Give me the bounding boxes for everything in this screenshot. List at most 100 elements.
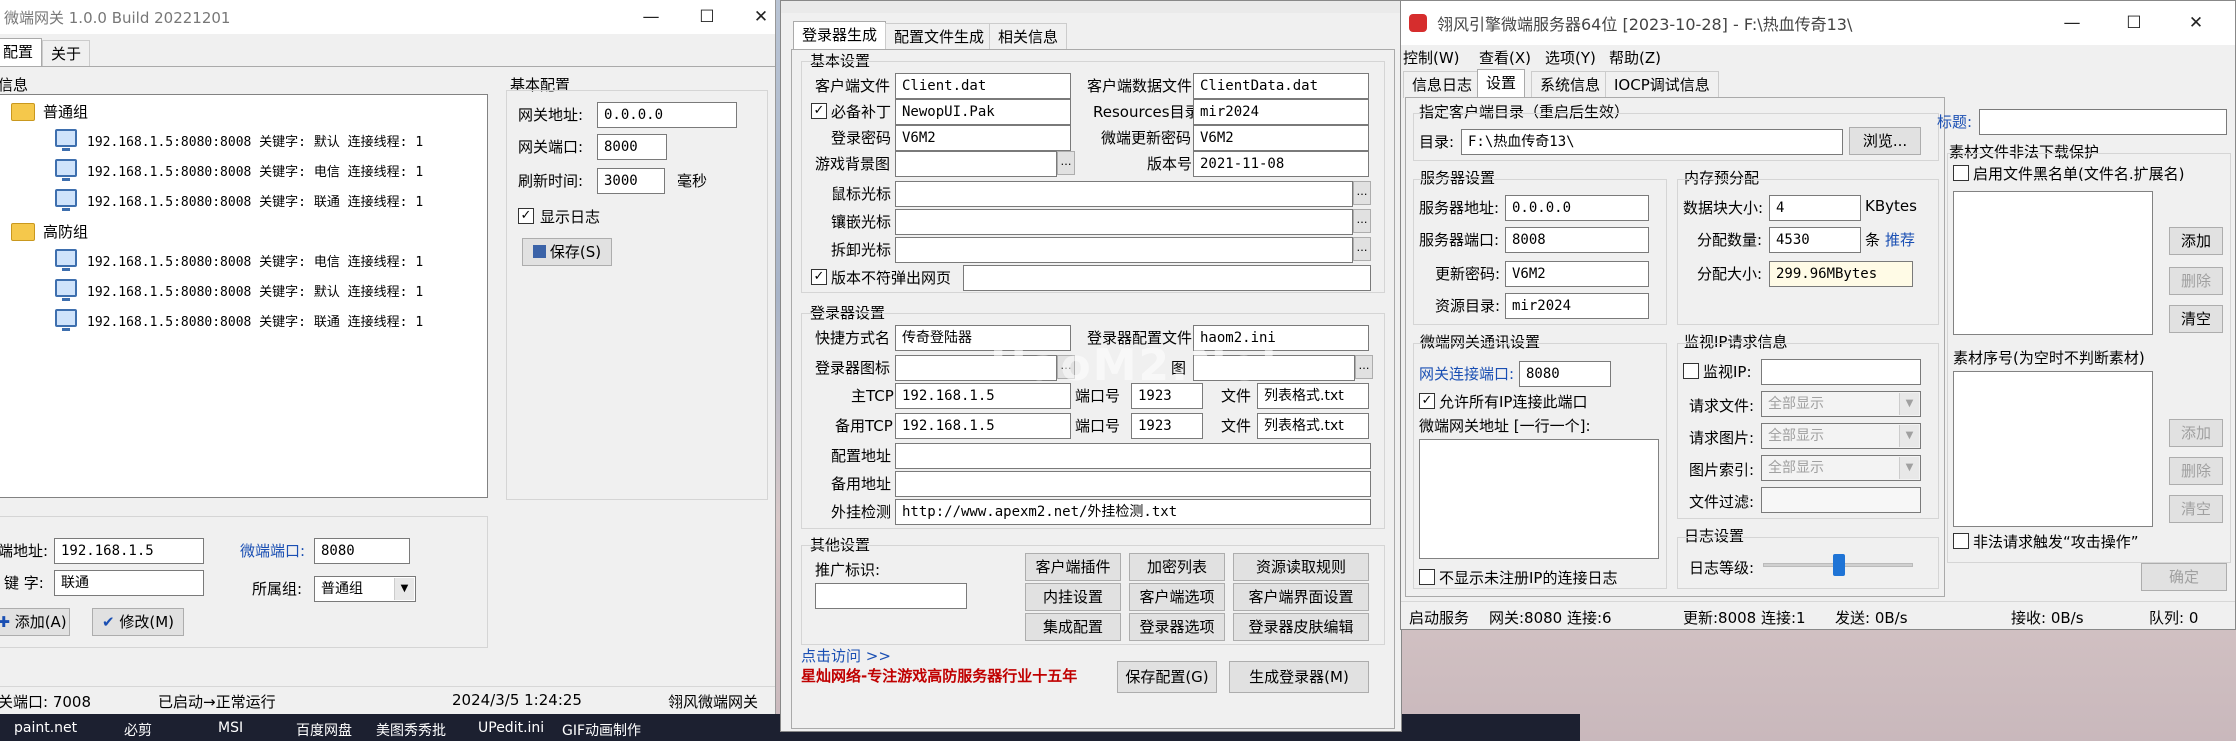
tab-settings[interactable]: 设置 — [1477, 69, 1526, 98]
taskbar-item[interactable]: GIF动画制作 — [562, 720, 641, 740]
save-config-button[interactable]: 保存配置(G) — [1117, 661, 1217, 693]
res-input[interactable]: mir2024 — [1193, 99, 1369, 125]
cfg-addr-input[interactable] — [895, 443, 1371, 469]
taskbar-item[interactable]: 百度网盘 — [296, 720, 352, 740]
menu-options[interactable]: 选项(Y) — [1545, 47, 1596, 68]
client-file-input[interactable]: Client.dat — [895, 73, 1071, 99]
res-dir-input[interactable]: mir2024 — [1505, 293, 1649, 319]
tab-info-log[interactable]: 信息日志 — [1403, 71, 1482, 98]
remove-browse-button[interactable]: … — [1353, 237, 1371, 261]
no-unreg-checkbox[interactable] — [1419, 569, 1435, 585]
seq-clear-button[interactable]: 清空 — [2169, 495, 2223, 523]
srv-addr-input[interactable]: 192.168.1.5 — [54, 538, 204, 564]
blacklist-add-button[interactable]: 添加 — [2169, 227, 2223, 255]
blacklist-clear-button[interactable]: 清空 — [2169, 305, 2223, 333]
skin-editor-button[interactable]: 登录器皮肤编辑 — [1233, 613, 1369, 641]
nopop-checkbox[interactable]: ✓ — [811, 269, 827, 285]
blacklist-checkbox[interactable] — [1953, 165, 1969, 181]
refresh-stepper[interactable]: 3000 — [597, 168, 665, 194]
tree-node[interactable]: 192.168.1.5:8080:8008 关键字: 默认 连接线程: 1 — [87, 281, 423, 300]
close-icon[interactable]: ✕ — [2165, 1, 2227, 45]
srv-addr-input[interactable]: 0.0.0.0 — [1505, 195, 1649, 221]
caption-input[interactable] — [1979, 109, 2227, 135]
remove-input[interactable] — [895, 237, 1353, 263]
resource-rules-button[interactable]: 资源读取规则 — [1233, 553, 1369, 581]
srv-port-stepper[interactable]: 8008 — [1505, 227, 1649, 253]
taskbar-item[interactable]: MSI — [218, 720, 243, 736]
brand-link[interactable]: 星灿网络-专注游戏高防服务器行业十五年 — [801, 665, 1077, 686]
upd-pwd-input[interactable]: V6M2 — [1505, 261, 1649, 287]
minimize-icon[interactable]: — — [620, 0, 682, 34]
tree-node[interactable]: 192.168.1.5:8080:8008 关键字: 电信 连接线程: 1 — [87, 161, 423, 180]
client-plugin-button[interactable]: 客户端插件 — [1025, 553, 1121, 581]
monitor-ip-checkbox[interactable] — [1683, 363, 1699, 379]
gw-port-input[interactable]: 8000 — [597, 134, 667, 160]
seq-add-button[interactable]: 添加 — [2169, 419, 2223, 447]
client-options-button[interactable]: 客户端选项 — [1129, 583, 1225, 611]
bg-browse-button[interactable]: … — [1057, 151, 1075, 175]
generate-launcher-button[interactable]: 生成登录器(M) — [1229, 661, 1369, 693]
tree-node[interactable]: 192.168.1.5:8080:8008 关键字: 联通 连接线程: 1 — [87, 311, 423, 330]
key-input[interactable]: 联通 — [54, 570, 204, 596]
attack-checkbox[interactable] — [1953, 533, 1969, 549]
launcher-options-button[interactable]: 登录器选项 — [1129, 613, 1225, 641]
tab-launcher-gen[interactable]: 登录器生成 — [793, 21, 887, 50]
tree-group-normal[interactable]: 普通组 — [43, 101, 88, 122]
tree-node[interactable]: 192.168.1.5:8080:8008 关键字: 默认 连接线程: 1 — [87, 131, 423, 150]
tab-related-info[interactable]: 相关信息 — [989, 23, 1068, 50]
cnt-stepper[interactable]: 4530 — [1769, 227, 1861, 253]
minimize-icon[interactable]: — — [2041, 1, 2103, 45]
nopop-input[interactable] — [963, 265, 1371, 291]
encrypt-list-button[interactable]: 加密列表 — [1129, 553, 1225, 581]
allow-ip-checkbox[interactable]: ✓ — [1419, 393, 1435, 409]
wd-port-input[interactable]: 8080 — [314, 538, 410, 564]
port2-stepper[interactable]: 1923 — [1131, 413, 1203, 439]
log-level-slider[interactable] — [1763, 554, 1913, 576]
tree-node[interactable]: 192.168.1.5:8080:8008 关键字: 联通 连接线程: 1 — [87, 191, 423, 210]
blk-stepper[interactable]: 4 — [1769, 195, 1861, 221]
menu-control[interactable]: 控制(W) — [1403, 47, 1460, 68]
tab-iocp-debug[interactable]: IOCP调试信息 — [1605, 71, 1719, 98]
tree-group-ddos[interactable]: 高防组 — [43, 221, 88, 242]
client-ui-button[interactable]: 客户端界面设置 — [1233, 583, 1369, 611]
taskbar-item[interactable]: UPedit.ini — [478, 720, 544, 736]
seq-del-button[interactable]: 删除 — [2169, 457, 2223, 485]
client-data-input[interactable]: ClientData.dat — [1193, 73, 1369, 99]
tree-node[interactable]: 192.168.1.5:8080:8008 关键字: 电信 连接线程: 1 — [87, 251, 423, 270]
showlog-checkbox[interactable]: ✓ — [518, 208, 534, 224]
close-icon[interactable]: ✕ — [730, 0, 775, 34]
save-button[interactable]: 保存(S) — [522, 238, 612, 266]
icon2-browse-button[interactable]: … — [1355, 355, 1373, 379]
seq-list[interactable] — [1953, 371, 2153, 527]
bak-addr-input[interactable] — [895, 471, 1371, 497]
blacklist-list[interactable] — [1953, 191, 2153, 335]
inner-plugin-button[interactable]: 内挂设置 — [1025, 583, 1121, 611]
gw-addr-textarea[interactable] — [1419, 439, 1659, 559]
recommend-link[interactable]: 推荐 — [1885, 229, 1915, 250]
bg-input[interactable] — [895, 151, 1057, 177]
taskbar-item[interactable]: 美图秀秀批 — [376, 720, 446, 740]
taskbar-item[interactable]: 必剪 — [124, 720, 152, 740]
plugin-input[interactable]: http://www.apexm2.net/外挂检测.txt — [895, 499, 1371, 525]
maximize-icon[interactable]: ☐ — [2103, 1, 2165, 45]
maximize-icon[interactable]: ☐ — [676, 0, 738, 34]
ver-input[interactable]: 2021-11-08 — [1193, 151, 1369, 177]
cursor-input[interactable] — [895, 181, 1353, 207]
slider-thumb[interactable] — [1833, 554, 1845, 576]
cursor-browse-button[interactable]: … — [1353, 181, 1371, 205]
menu-help[interactable]: 帮助(Z) — [1609, 47, 1661, 68]
inlay-input[interactable] — [895, 209, 1353, 235]
menu-config[interactable]: 配置 — [0, 38, 43, 67]
tab-config-gen[interactable]: 配置文件生成 — [885, 23, 994, 50]
dir-input[interactable]: F:\热血传奇13\ — [1461, 129, 1843, 155]
upd-pwd-input[interactable]: V6M2 — [1193, 125, 1369, 151]
integrated-config-button[interactable]: 集成配置 — [1025, 613, 1121, 641]
ok-button[interactable]: 确定 — [2141, 563, 2227, 591]
patch-input[interactable]: NewopUI.Pak — [895, 99, 1071, 125]
img-idx-select[interactable]: 全部显示 ▼ — [1761, 455, 1921, 481]
blacklist-del-button[interactable]: 删除 — [2169, 267, 2223, 295]
inlay-browse-button[interactable]: … — [1353, 209, 1371, 233]
grp-select[interactable]: 普通组 ▼ — [314, 576, 416, 602]
gateway-tree[interactable]: 普通组 192.168.1.5:8080:8008 关键字: 默认 连接线程: … — [0, 94, 488, 498]
menu-view[interactable]: 查看(X) — [1479, 47, 1531, 68]
